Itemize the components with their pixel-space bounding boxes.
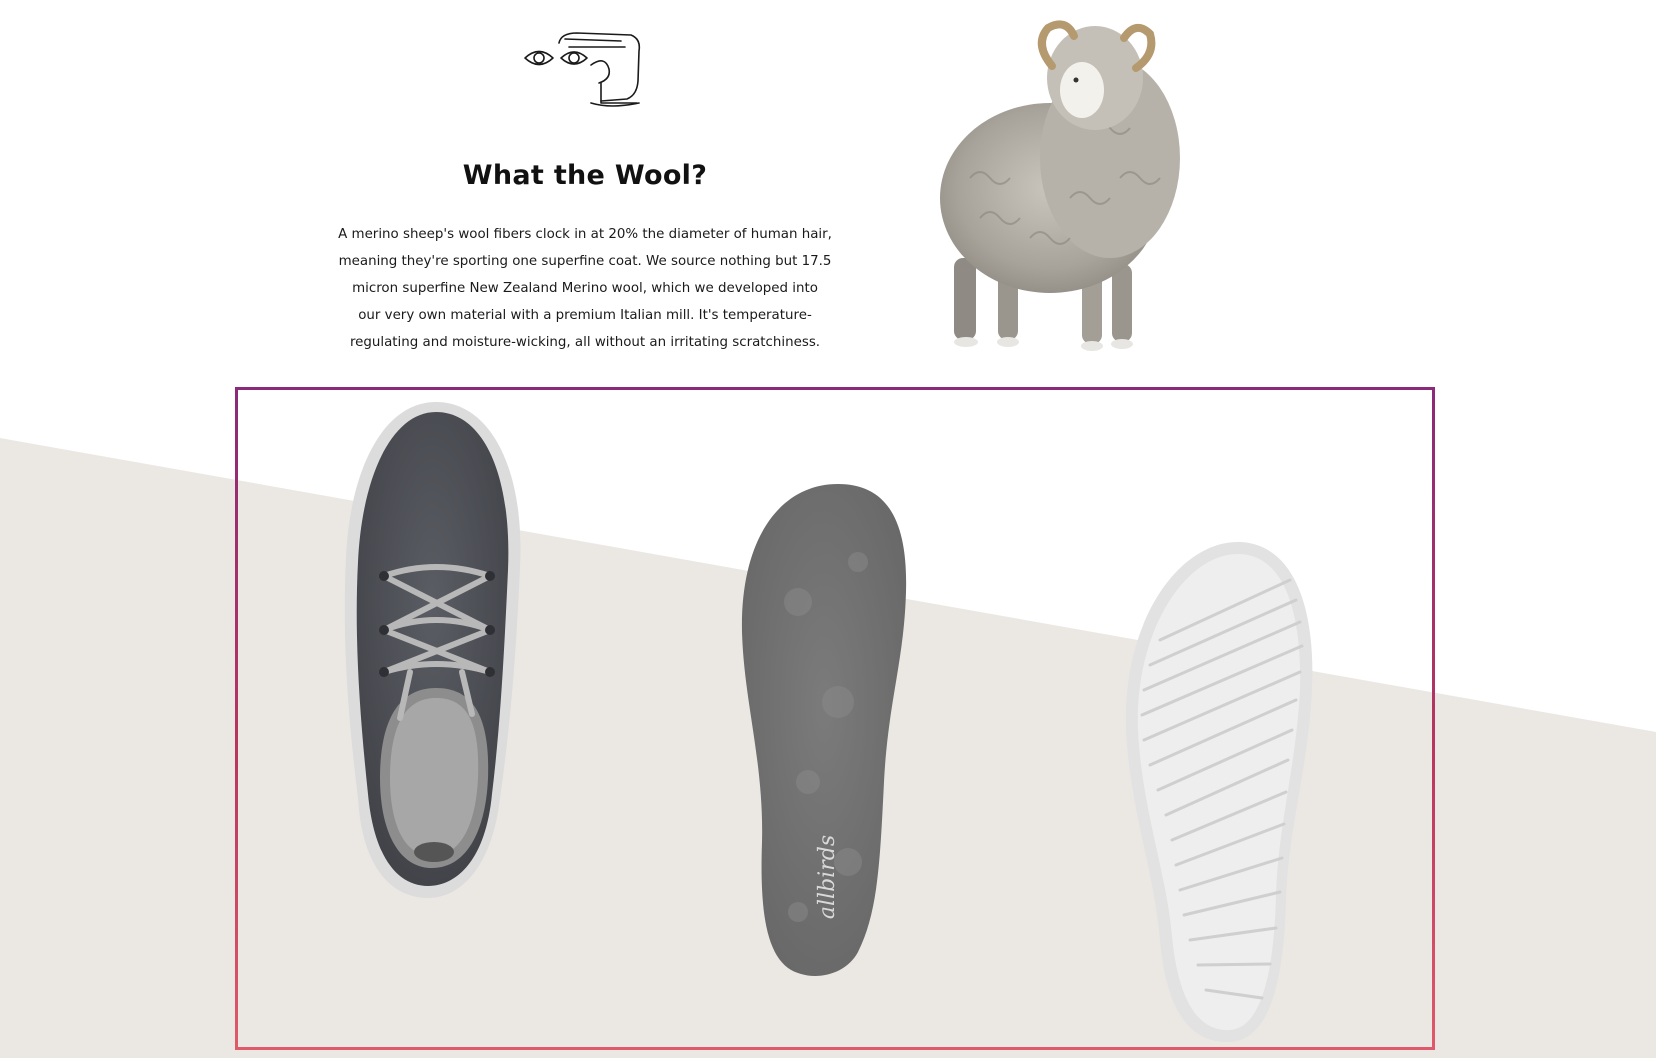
merino-sheep-image (940, 20, 1180, 351)
body-line: meaning they're sporting one superfine c… (338, 253, 832, 269)
eye-hand-icon (524, 32, 641, 107)
wool-intro-section: What the Wool? A merino sheep's wool fib… (330, 25, 840, 356)
body-line: our very own material with a premium Ita… (358, 307, 812, 323)
outsole-image (1125, 541, 1313, 1043)
body-line: A merino sheep's wool fibers clock in at… (338, 226, 832, 242)
section-title: What the Wool? (462, 160, 708, 191)
wool-runner-top-view-image (344, 402, 521, 898)
body-line: micron superfine New Zealand Merino wool… (352, 280, 818, 296)
body-line: regulating and moisture-wicking, all wit… (349, 334, 821, 350)
insole-brand-mark: allbirds (815, 835, 840, 919)
body-copy: A merino sheep's wool fibers clock in at… (335, 221, 835, 356)
wool-insole-image: allbirds (741, 484, 907, 976)
